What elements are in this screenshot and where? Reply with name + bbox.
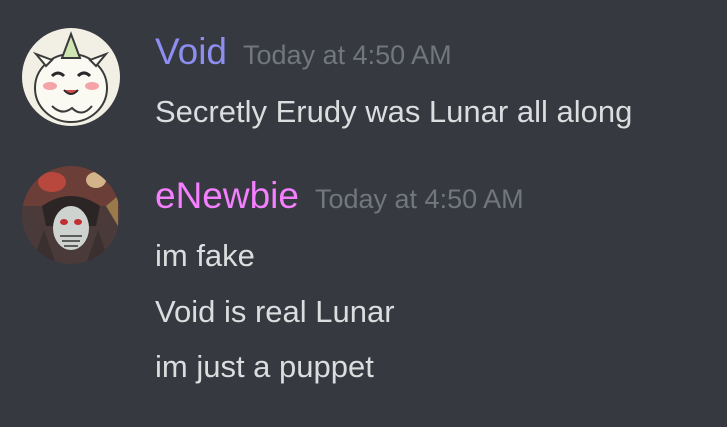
timestamp-void: Today at 4:50 AM: [243, 40, 452, 70]
message-header-void: Void Today at 4:50 AM: [155, 30, 452, 77]
avatar-void[interactable]: [22, 28, 120, 126]
username-enewbie[interactable]: eNewbie: [155, 174, 299, 218]
message-text: Secretly Erudy was Lunar all along: [155, 94, 633, 129]
avatar-enewbie[interactable]: [22, 166, 120, 264]
message-group-void: Void Today at 4:50 AM Secretly Erudy was…: [0, 0, 727, 150]
message-header-enewbie: eNewbie Today at 4:50 AM: [155, 174, 524, 221]
timestamp-enewbie: Today at 4:50 AM: [314, 184, 524, 214]
message-text: Void is real Lunar: [155, 294, 395, 329]
message-text: im just a puppet: [155, 349, 374, 384]
username-void[interactable]: Void: [155, 30, 227, 74]
dark-armored-skull-figure-avatar-icon: [22, 166, 120, 264]
chibi-white-creature-avatar-icon: [22, 28, 120, 126]
message-text: im fake: [155, 238, 255, 273]
message-group-enewbie: eNewbie Today at 4:50 AM im fake Void is…: [0, 150, 727, 427]
